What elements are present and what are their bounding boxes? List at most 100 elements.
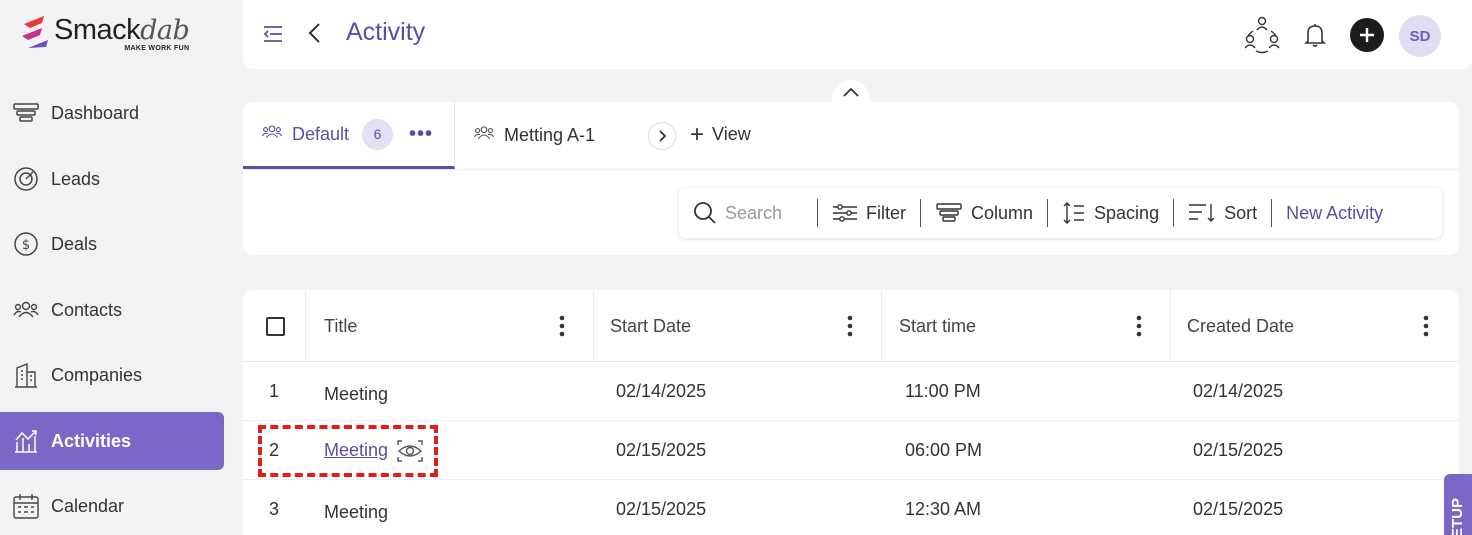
sidebar-item-label: Deals [51, 233, 98, 254]
table-row[interactable]: 1 Meeting 02/14/2025 11:00 PM 02/14/2025 [243, 362, 1459, 421]
sidebar: Smackdab MAKE WORK FUN Dashboard Leads $… [0, 0, 232, 535]
tab-label: Default [292, 123, 350, 144]
column-header-start-date[interactable]: Start Date [594, 290, 882, 362]
create-plus-button[interactable] [1350, 18, 1384, 52]
row-title[interactable]: Meeting [324, 483, 388, 535]
sidebar-item-activities[interactable]: Activities [0, 412, 224, 470]
contacts-icon [473, 125, 495, 146]
team-icon[interactable] [1243, 15, 1281, 55]
plus-icon [1360, 28, 1374, 42]
divider [243, 169, 1459, 170]
chevron-up-icon [843, 87, 859, 97]
svg-text:$: $ [22, 238, 30, 253]
row-start-date: 02/15/2025 [616, 440, 707, 460]
top-header: Activity SD [243, 0, 1472, 69]
row-title-cell: Meeting [324, 421, 423, 480]
dashboard-icon [12, 99, 40, 127]
collapse-sidebar-icon[interactable] [261, 22, 285, 46]
user-avatar[interactable]: SD [1399, 15, 1441, 57]
page-title: Activity [346, 18, 426, 46]
contacts-icon [261, 124, 283, 145]
column-header-created-date[interactable]: Created Date [1171, 290, 1459, 362]
add-view-button[interactable]: + View [690, 120, 751, 148]
row-start-time: 12:30 AM [905, 499, 982, 519]
row-start-date: 02/14/2025 [616, 381, 707, 401]
setup-tab[interactable]: SETUP [1444, 474, 1472, 535]
activity-table: Title Start Date Start time Created Date… [243, 290, 1459, 535]
row-start-date: 02/15/2025 [616, 499, 707, 519]
sidebar-item-companies[interactable]: Companies [0, 346, 224, 404]
column-button[interactable]: Column [921, 188, 1047, 238]
search-icon [694, 202, 716, 224]
row-number: 1 [269, 381, 280, 401]
column-label: Column [971, 202, 1034, 223]
column-label: Start Date [610, 315, 692, 336]
building-icon [12, 361, 40, 389]
column-menu-icon[interactable] [847, 315, 853, 337]
back-icon[interactable] [305, 20, 325, 46]
sidebar-item-label: Contacts [51, 299, 123, 320]
row-title-link[interactable]: Meeting [324, 440, 388, 461]
select-all-cell [243, 290, 306, 362]
select-all-checkbox[interactable] [266, 317, 285, 336]
dollar-icon: $ [12, 230, 40, 258]
sort-button[interactable]: Sort [1174, 188, 1271, 238]
logo-mark-icon [22, 16, 48, 48]
calendar-icon [12, 492, 40, 520]
column-header-title[interactable]: Title [306, 290, 594, 362]
add-view-label: View [712, 124, 751, 144]
column-menu-icon[interactable] [1136, 315, 1142, 337]
sort-icon [1189, 204, 1215, 222]
table-row[interactable]: 2 Meeting 02/15/2025 06:00 PM 02/15/2025 [243, 421, 1459, 480]
search-input[interactable]: Search [679, 188, 817, 238]
row-number: 2 [269, 440, 280, 460]
target-icon [12, 165, 40, 193]
spacing-button[interactable]: Spacing [1048, 188, 1173, 238]
sidebar-item-contacts[interactable]: Contacts [0, 281, 224, 339]
sidebar-item-label: Calendar [51, 495, 125, 516]
sort-label: Sort [1224, 202, 1258, 223]
tab-default[interactable]: Default 6 ••• [243, 102, 455, 169]
spacing-icon [1063, 202, 1085, 224]
sidebar-item-label: Activities [51, 430, 132, 451]
brand-name-main: Smack [54, 14, 141, 46]
table-row[interactable]: 3 Meeting 02/15/2025 12:30 AM 02/15/2025 [243, 480, 1459, 535]
bell-icon[interactable] [1303, 22, 1327, 48]
count-badge: 6 [362, 118, 394, 150]
filter-icon [833, 204, 857, 222]
sidebar-item-label: Dashboard [51, 102, 140, 123]
collapse-panel-button[interactable] [832, 80, 870, 104]
column-icon [936, 203, 962, 222]
row-created-date: 02/15/2025 [1193, 499, 1284, 519]
column-menu-icon[interactable] [559, 315, 565, 337]
table-header: Title Start Date Start time Created Date [243, 290, 1459, 362]
row-start-time: 11:00 PM [905, 381, 981, 401]
column-header-start-time[interactable]: Start time [882, 290, 1171, 362]
column-label: Created Date [1187, 315, 1295, 336]
row-created-date: 02/15/2025 [1193, 440, 1284, 460]
activity-icon [12, 427, 40, 455]
setup-label: SETUP [1449, 497, 1466, 535]
spacing-label: Spacing [1094, 202, 1160, 223]
chevron-right-icon [659, 130, 667, 142]
plus-icon: + [690, 120, 705, 148]
column-label: Title [324, 315, 358, 336]
sidebar-item-dashboard[interactable]: Dashboard [0, 84, 224, 142]
tab-metting-a1[interactable]: Metting A-1 [456, 102, 595, 169]
sidebar-item-calendar[interactable]: Calendar [0, 477, 224, 535]
sidebar-item-deals[interactable]: $ Deals [0, 215, 224, 273]
filter-label: Filter [866, 202, 906, 223]
contacts-icon [12, 296, 40, 324]
more-options-icon[interactable]: ••• [409, 123, 433, 146]
column-menu-icon[interactable] [1423, 315, 1429, 337]
new-activity-button[interactable]: New Activity [1272, 188, 1397, 238]
row-start-time: 06:00 PM [905, 440, 983, 460]
toolbar: Search Filter Column Spacing Sort New Ac… [679, 188, 1442, 238]
sidebar-item-leads[interactable]: Leads [0, 150, 224, 208]
eye-icon[interactable] [397, 439, 423, 462]
filter-button[interactable]: Filter [818, 188, 920, 238]
brand-logo[interactable]: Smackdab MAKE WORK FUN [18, 14, 190, 52]
tab-label: Metting A-1 [504, 125, 596, 145]
next-tabs-button[interactable] [648, 122, 676, 150]
row-title[interactable]: Meeting [324, 365, 388, 424]
